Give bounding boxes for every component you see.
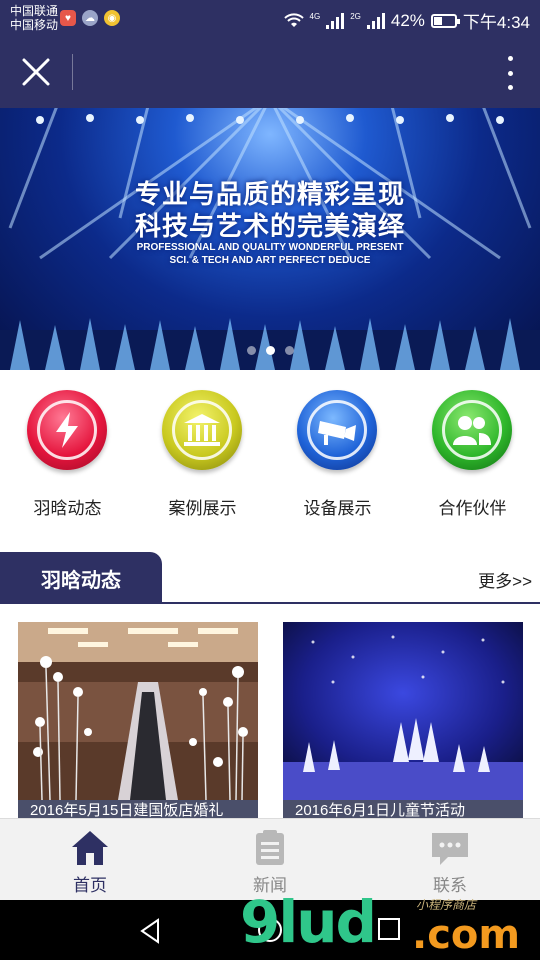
banner-carousel[interactable]: 专业与品质的精彩呈现 科技与艺术的完美演绎 PROFESSIONAL AND Q… bbox=[0, 108, 540, 370]
signal-icon bbox=[326, 12, 345, 29]
quick-menu-item-news[interactable]: 羽晗动态 bbox=[0, 372, 135, 532]
watermark-logo: 9lud 小程序商店 .com bbox=[240, 888, 540, 960]
clock: 下午4:34 bbox=[462, 13, 530, 32]
weibo-icon: ◉ bbox=[104, 10, 120, 26]
quick-menu-item-equipment[interactable]: 设备展示 bbox=[270, 372, 405, 532]
camera-icon bbox=[297, 390, 377, 470]
wifi-icon bbox=[283, 12, 304, 27]
news-card-list: 2016年5月15日建国饭店婚礼 2016年6月1日儿童节活动 bbox=[0, 622, 540, 822]
quick-menu-item-partners[interactable]: 合作伙伴 bbox=[405, 372, 540, 532]
section-header: 羽晗动态 更多>> bbox=[0, 552, 540, 604]
carrier-2: 中国移动 bbox=[10, 18, 59, 32]
home-icon bbox=[72, 831, 108, 865]
more-vertical-icon[interactable] bbox=[504, 56, 516, 90]
battery-icon bbox=[430, 13, 460, 28]
carousel-dot[interactable] bbox=[284, 346, 294, 355]
watermark-main: 9lud bbox=[240, 888, 377, 956]
quick-menu-item-cases[interactable]: 案例展示 bbox=[135, 372, 270, 532]
news-icon bbox=[256, 830, 284, 865]
wedding-photo bbox=[18, 622, 258, 800]
back-icon[interactable] bbox=[138, 918, 162, 944]
quick-menu-label: 羽晗动态 bbox=[33, 499, 102, 518]
signal-icon-2 bbox=[366, 12, 385, 29]
status-bar: 中国联通 中国移动 ♥ ☁ ◉ 4G 2G 42% 下午4:34 bbox=[0, 0, 540, 36]
quick-menu: 羽晗动态 案例展示 设备展示 合作伙伴 bbox=[0, 372, 540, 532]
quick-menu-label: 设备展示 bbox=[303, 499, 372, 518]
stage-performance-photo bbox=[283, 622, 523, 800]
section-divider bbox=[0, 602, 540, 604]
lightning-icon bbox=[27, 390, 107, 470]
banner-subtitle-line-2: SCI. & TECH AND ART PERFECT DEDUCE bbox=[169, 255, 371, 266]
dancers-silhouette bbox=[0, 318, 540, 370]
battery-percent: 42% bbox=[390, 10, 425, 30]
carrier-info: 中国联通 中国移动 bbox=[10, 4, 58, 32]
banner-title-line-2: 科技与艺术的完美演绎 bbox=[134, 211, 405, 241]
app-notification-icon: ♥ bbox=[60, 10, 76, 26]
network-type-2: 2G bbox=[350, 12, 361, 21]
nav-bar bbox=[0, 36, 540, 108]
carousel-dots bbox=[0, 346, 540, 355]
tab-home[interactable]: 首页 bbox=[0, 819, 180, 900]
network-type-1: 4G bbox=[309, 12, 321, 21]
section-title: 羽晗动态 bbox=[0, 552, 162, 604]
carousel-dot-active[interactable] bbox=[265, 346, 275, 355]
news-card[interactable]: 2016年6月1日儿童节活动 bbox=[283, 622, 523, 822]
banner-subtitle-line-1: PROFESSIONAL AND QUALITY WONDERFUL PRESE… bbox=[136, 242, 404, 253]
close-icon[interactable] bbox=[18, 54, 54, 90]
quick-menu-label: 案例展示 bbox=[168, 499, 237, 518]
weather-icon: ☁ bbox=[82, 10, 98, 26]
watermark-suffix: .com bbox=[412, 912, 521, 958]
carousel-dot[interactable] bbox=[246, 346, 256, 355]
building-icon bbox=[162, 390, 242, 470]
watermark-small: 小程序商店 bbox=[416, 898, 477, 912]
chat-icon bbox=[432, 833, 468, 865]
notification-icons: ♥ ☁ ◉ bbox=[60, 10, 120, 26]
more-link[interactable]: 更多>> bbox=[478, 567, 532, 592]
people-icon bbox=[432, 390, 512, 470]
tab-label: 首页 bbox=[73, 876, 107, 895]
carrier-1: 中国联通 bbox=[10, 4, 59, 18]
quick-menu-label: 合作伙伴 bbox=[438, 499, 507, 518]
nav-divider bbox=[72, 54, 73, 90]
news-card[interactable]: 2016年5月15日建国饭店婚礼 bbox=[18, 622, 258, 822]
status-right: 4G 2G 42% 下午4:34 bbox=[283, 8, 530, 33]
app-screen: 中国联通 中国移动 ♥ ☁ ◉ 4G 2G 42% 下午4:34 专业与品质的精… bbox=[0, 0, 540, 960]
